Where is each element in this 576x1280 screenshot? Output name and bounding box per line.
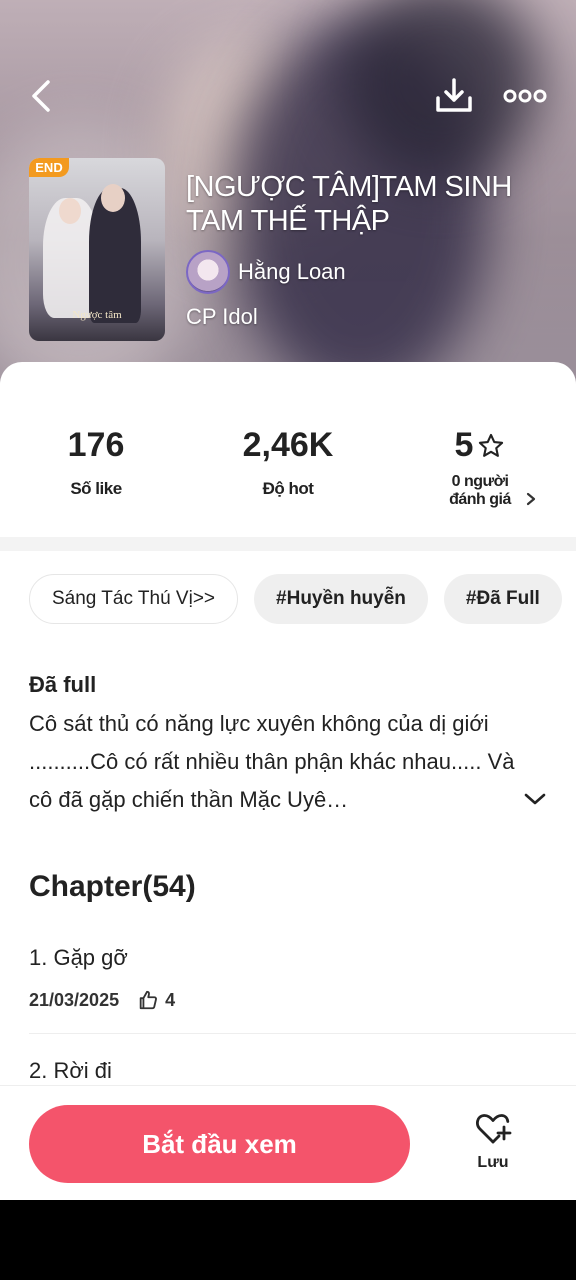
cover-title: Ngược tâm xyxy=(72,309,122,321)
likes-label: Số like xyxy=(70,479,122,498)
story-description[interactable]: Cô sát thủ có năng lực xuyên không của d… xyxy=(29,705,529,819)
chevron-right-icon[interactable] xyxy=(524,491,538,507)
star-icon xyxy=(477,432,505,460)
likes-stat: 176 Số like xyxy=(36,426,156,499)
expand-chevron-icon[interactable] xyxy=(523,790,547,808)
chapter-item-title[interactable]: 2. Rời đi xyxy=(29,1058,112,1084)
start-reading-button[interactable]: Bắt đầu xem xyxy=(29,1105,410,1183)
chapter-item-meta: 21/03/2025 4 xyxy=(29,989,175,1011)
chapter-like-count: 4 xyxy=(165,989,176,1010)
story-cover: Ngược tâm END xyxy=(29,158,165,341)
save-label: Lưu xyxy=(477,1154,509,1171)
more-options-icon[interactable] xyxy=(502,84,548,108)
hot-stat: 2,46K Độ hot xyxy=(228,426,348,499)
end-badge: END xyxy=(29,158,69,177)
rating-value: 5 xyxy=(454,426,474,464)
story-title: [NGƯỢC TÂM]TAM SINH TAM THẾ THẬP xyxy=(186,171,512,237)
tag-status[interactable]: #Đã Full xyxy=(443,574,562,624)
tag-list: Sáng Tác Thú Vị>> #Huyền huyễn #Đã Full xyxy=(29,574,562,624)
chapter-item-title[interactable]: 1. Gặp gỡ xyxy=(29,945,128,971)
tag-contest[interactable]: Sáng Tác Thú Vị>> xyxy=(29,574,239,624)
story-detail-screen: Ngược tâm END [NGƯỢC TÂM]TAM SINH TAM TH… xyxy=(0,0,576,1200)
hot-count: 2,46K xyxy=(242,426,334,464)
author-name[interactable]: Hằng Loan xyxy=(238,259,346,285)
chapter-divider xyxy=(29,1033,576,1034)
story-category[interactable]: CP Idol xyxy=(186,304,258,330)
author-row[interactable]: Hằng Loan xyxy=(186,250,346,294)
download-icon[interactable] xyxy=(434,76,474,116)
bottom-action-bar: Bắt đầu xem Lưu xyxy=(0,1085,576,1200)
rating-value-row: 5 xyxy=(420,426,540,465)
chapter-date: 21/03/2025 xyxy=(29,989,120,1010)
back-arrow-icon[interactable] xyxy=(24,76,60,116)
chapter-likes: 4 xyxy=(137,989,175,1011)
stats-card: 176 Số like 2,46K Độ hot 5 0 người đánh … xyxy=(0,362,576,537)
thumbs-up-icon xyxy=(137,989,165,1011)
section-divider xyxy=(0,537,576,551)
story-status: Đã full xyxy=(29,672,97,697)
save-button[interactable]: Lưu xyxy=(462,1111,524,1172)
heart-plus-icon xyxy=(474,1111,512,1147)
hot-label: Độ hot xyxy=(262,479,314,498)
author-avatar[interactable] xyxy=(186,250,230,294)
tag-genre[interactable]: #Huyền huyễn xyxy=(254,574,428,624)
likes-count: 176 xyxy=(67,426,125,464)
rating-label: 0 người đánh giá xyxy=(449,473,511,508)
chapter-heading: Chapter(54) xyxy=(29,870,196,903)
rating-stat[interactable]: 5 0 người đánh giá xyxy=(420,426,540,509)
